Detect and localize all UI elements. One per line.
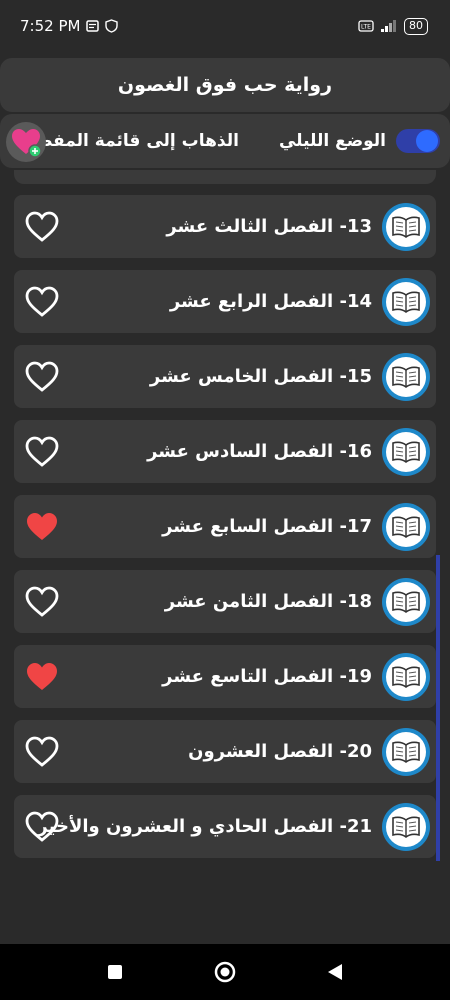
app-title: رواية حب فوق الغصون	[117, 74, 333, 96]
book-icon	[382, 653, 430, 701]
night-mode-toggle[interactable]	[396, 129, 440, 153]
chapter-title: 16- الفصل السادس عشر	[147, 441, 372, 462]
chapter-item[interactable]: 18- الفصل الثامن عشر	[14, 570, 436, 633]
chapter-title: 18- الفصل الثامن عشر	[164, 591, 372, 612]
heart-outline-icon[interactable]	[24, 284, 60, 320]
back-button[interactable]	[320, 957, 350, 987]
heart-outline-icon[interactable]	[24, 359, 60, 395]
chapter-item[interactable]: 19- الفصل التاسع عشر	[14, 645, 436, 708]
chapter-title: 15- الفصل الخامس عشر	[149, 366, 372, 387]
favorites-button[interactable]	[6, 122, 46, 162]
chapter-item[interactable]: 16- الفصل السادس عشر	[14, 420, 436, 483]
chapter-item[interactable]: 14- الفصل الرابع عشر	[14, 270, 436, 333]
night-mode-label[interactable]: الوضع الليلي	[279, 131, 386, 151]
system-nav-bar	[0, 944, 450, 1000]
scrollbar[interactable]	[436, 555, 440, 861]
book-icon	[382, 428, 430, 476]
status-right: LTE 80	[358, 17, 428, 35]
status-time: 7:52 PM	[20, 17, 81, 35]
chapter-title: 20- الفصل العشرون	[188, 741, 372, 762]
options-row: الوضع الليلي الذهاب إلى قائمة المفضلة	[0, 114, 450, 168]
chapter-list[interactable]: 13- الفصل الثالث عشر 14- الفصل الرابع عشر…	[14, 170, 436, 870]
book-icon	[382, 578, 430, 626]
book-icon	[382, 728, 430, 776]
book-icon	[382, 203, 430, 251]
chapter-item[interactable]: 15- الفصل الخامس عشر	[14, 345, 436, 408]
home-button[interactable]	[210, 957, 240, 987]
chapter-item[interactable]: 17- الفصل السابع عشر	[14, 495, 436, 558]
chapter-item[interactable]: 20- الفصل العشرون	[14, 720, 436, 783]
list-item-partial	[14, 170, 436, 184]
chapter-item[interactable]: 21- الفصل الحادي و العشرون والأخير	[14, 795, 436, 858]
book-icon	[382, 278, 430, 326]
heart-filled-icon[interactable]	[24, 659, 60, 695]
svg-text:LTE: LTE	[361, 24, 371, 31]
toggle-knob	[416, 130, 438, 152]
book-icon	[382, 803, 430, 851]
book-icon	[382, 353, 430, 401]
circle-icon	[214, 961, 236, 983]
app-title-bar: رواية حب فوق الغصون	[0, 58, 450, 112]
heart-filled-icon[interactable]	[24, 509, 60, 545]
heart-outline-icon[interactable]	[24, 209, 60, 245]
heart-outline-icon[interactable]	[24, 584, 60, 620]
heart-outline-icon[interactable]	[24, 434, 60, 470]
favorites-link[interactable]: الذهاب إلى قائمة المفضلة	[19, 131, 239, 151]
signal-icon	[380, 19, 398, 33]
chapter-title: 13- الفصل الثالث عشر	[166, 216, 372, 237]
shield-icon	[105, 19, 119, 33]
back-triangle-icon	[328, 964, 342, 980]
heart-outline-icon[interactable]	[24, 734, 60, 770]
chapter-title: 14- الفصل الرابع عشر	[169, 291, 372, 312]
chapter-title: 21- الفصل الحادي و العشرون والأخير	[37, 816, 372, 837]
message-icon	[86, 20, 100, 32]
recents-button[interactable]	[100, 957, 130, 987]
volte-icon: LTE	[358, 20, 374, 32]
chapter-item[interactable]: 13- الفصل الثالث عشر	[14, 195, 436, 258]
chapter-title: 19- الفصل التاسع عشر	[162, 666, 372, 687]
status-bar: 7:52 PM LTE 80	[0, 0, 450, 52]
square-icon	[108, 965, 122, 979]
favorites-heart-icon	[12, 129, 42, 158]
chapter-title: 17- الفصل السابع عشر	[162, 516, 372, 537]
battery-indicator: 80	[404, 17, 428, 35]
book-icon	[382, 503, 430, 551]
status-left: 7:52 PM	[20, 17, 119, 35]
